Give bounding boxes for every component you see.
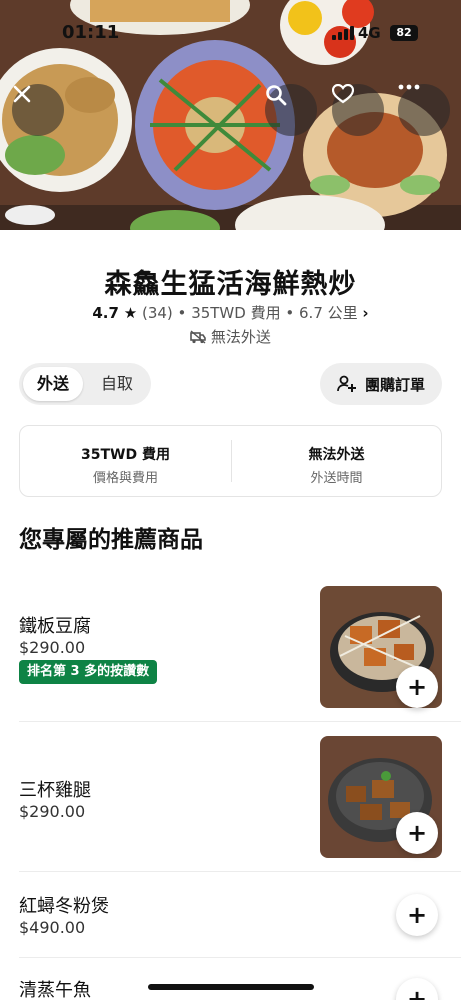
favorite-button[interactable] bbox=[332, 84, 384, 136]
item-name: 紅蟳冬粉煲 bbox=[19, 896, 109, 917]
status-bar: 01:11 4G 82 bbox=[0, 22, 461, 48]
menu-item[interactable]: 鐵板豆腐 $290.00 排名第 3 多的按讚數 + bbox=[19, 572, 461, 722]
group-order-button[interactable]: 團購訂單 bbox=[320, 363, 442, 405]
price-fee-label: 價格與費用 bbox=[92, 471, 158, 486]
group-add-icon bbox=[337, 375, 356, 392]
add-item-button[interactable]: + bbox=[396, 978, 438, 1000]
heart-icon bbox=[332, 84, 354, 104]
price-fee-column: 35TWD 費用 價格與費用 bbox=[20, 444, 231, 486]
item-name: 清蒸午魚 bbox=[19, 980, 91, 1000]
store-meta[interactable]: 4.7 ★ (34) • 35TWD 費用 • 6.7 公里 › bbox=[0, 302, 461, 323]
no-delivery-icon bbox=[190, 330, 206, 344]
close-icon bbox=[13, 85, 31, 103]
battery-icon: 82 bbox=[390, 25, 418, 41]
review-count: (34) bbox=[141, 304, 173, 322]
pickup-tab[interactable]: 自取 bbox=[87, 367, 147, 401]
hero-image: 01:11 4G 82 bbox=[0, 0, 461, 230]
plus-icon: + bbox=[406, 819, 428, 847]
menu-item[interactable]: 紅蟳冬粉煲 $490.00 + bbox=[19, 872, 461, 958]
menu-item[interactable]: 清蒸午魚 + bbox=[19, 958, 461, 1000]
close-button[interactable] bbox=[12, 84, 64, 136]
add-item-button[interactable]: + bbox=[396, 894, 438, 936]
price-fee-value: 35TWD 費用 bbox=[81, 447, 170, 463]
item-price: $290.00 bbox=[19, 802, 86, 821]
popularity-badge: 排名第 3 多的按讚數 bbox=[19, 660, 158, 684]
star-icon: ★ bbox=[123, 304, 138, 322]
signal-icon bbox=[332, 26, 354, 40]
search-icon bbox=[266, 85, 287, 106]
delivery-tab[interactable]: 外送 bbox=[23, 367, 83, 401]
group-order-label: 團購訂單 bbox=[364, 375, 425, 394]
item-name: 三杯雞腿 bbox=[19, 780, 91, 801]
plus-icon: + bbox=[406, 901, 428, 929]
search-button[interactable] bbox=[265, 84, 317, 136]
delivery-time-column: 無法外送 外送時間 bbox=[231, 444, 442, 486]
network-type: 4G bbox=[358, 24, 381, 42]
store-name: 森鱻生猛活海鮮熱炒 bbox=[104, 269, 357, 300]
delivery-status: 無法外送 bbox=[0, 326, 461, 347]
item-price: $290.00 bbox=[19, 638, 86, 657]
delivery-mode-toggle: 外送 自取 bbox=[19, 363, 151, 405]
menu-item[interactable]: 三杯雞腿 $290.00 + bbox=[19, 722, 461, 872]
chevron-right-icon: › bbox=[362, 304, 369, 322]
distance: 6.7 公里 bbox=[299, 304, 358, 322]
rating-value: 4.7 bbox=[92, 304, 119, 322]
add-item-button[interactable]: + bbox=[396, 812, 438, 854]
delivery-status-text: 無法外送 bbox=[210, 328, 271, 346]
item-price: $490.00 bbox=[19, 918, 86, 937]
delivery-time-label: 外送時間 bbox=[310, 471, 363, 486]
delivery-time-value: 無法外送 bbox=[308, 447, 365, 463]
section-title: 您專屬的推薦商品 bbox=[19, 527, 203, 553]
fee-info-card[interactable]: 35TWD 費用 價格與費用 無法外送 外送時間 bbox=[19, 425, 442, 497]
plus-icon: + bbox=[406, 673, 428, 701]
delivery-fee: 35TWD 費用 bbox=[191, 304, 281, 322]
plus-icon: + bbox=[406, 985, 428, 1000]
more-icon bbox=[398, 84, 420, 90]
item-name: 鐵板豆腐 bbox=[19, 616, 91, 637]
more-options-button[interactable] bbox=[398, 84, 450, 136]
home-indicator[interactable] bbox=[148, 984, 314, 990]
status-time: 01:11 bbox=[62, 22, 120, 43]
add-item-button[interactable]: + bbox=[396, 666, 438, 708]
